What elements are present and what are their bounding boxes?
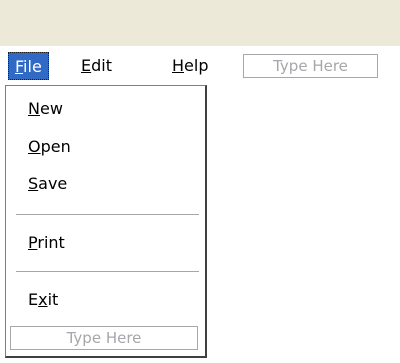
menu-item-exit-label: it xyxy=(47,290,59,309)
menu-item-save[interactable]: Save xyxy=(28,171,67,197)
help-menu-accelerator: H xyxy=(172,56,185,75)
menu-separator xyxy=(16,214,199,215)
help-menu-label: elp xyxy=(184,56,209,75)
menu-item-new-label: ew xyxy=(39,99,63,118)
menu-item-print-accelerator: P xyxy=(28,233,38,252)
menu-item-print-label: rint xyxy=(37,233,65,252)
window-title-strip xyxy=(0,0,400,46)
menu-item-new-accelerator: N xyxy=(28,99,40,118)
help-menu[interactable]: Help xyxy=(167,52,213,80)
edit-menu-label: dit xyxy=(91,56,112,75)
file-menu[interactable]: File xyxy=(8,52,49,80)
menu-item-exit[interactable]: Exit xyxy=(28,287,58,313)
menu-item-exit-prefix: E xyxy=(28,290,39,309)
menu-item-exit-accelerator: x xyxy=(38,290,48,309)
menu-item-save-label: ave xyxy=(38,174,68,193)
menubar-type-here-box[interactable]: Type Here xyxy=(243,54,378,78)
menu-item-print[interactable]: Print xyxy=(28,230,65,256)
menu-item-save-accelerator: S xyxy=(28,174,39,193)
menu-separator xyxy=(16,271,199,272)
edit-menu-accelerator: E xyxy=(81,56,92,75)
dropdown-type-here-box[interactable]: Type Here xyxy=(10,326,198,350)
file-menu-label: ile xyxy=(23,57,42,76)
file-menu-accelerator: F xyxy=(15,57,24,76)
menu-item-open-accelerator: O xyxy=(28,137,41,156)
file-dropdown-menu: New Open Save Print Exit Type Here xyxy=(5,85,207,358)
edit-menu[interactable]: Edit xyxy=(76,52,117,80)
menu-item-new[interactable]: New xyxy=(28,96,63,122)
menu-item-open-label: pen xyxy=(40,137,71,156)
menu-item-open[interactable]: Open xyxy=(28,134,71,160)
